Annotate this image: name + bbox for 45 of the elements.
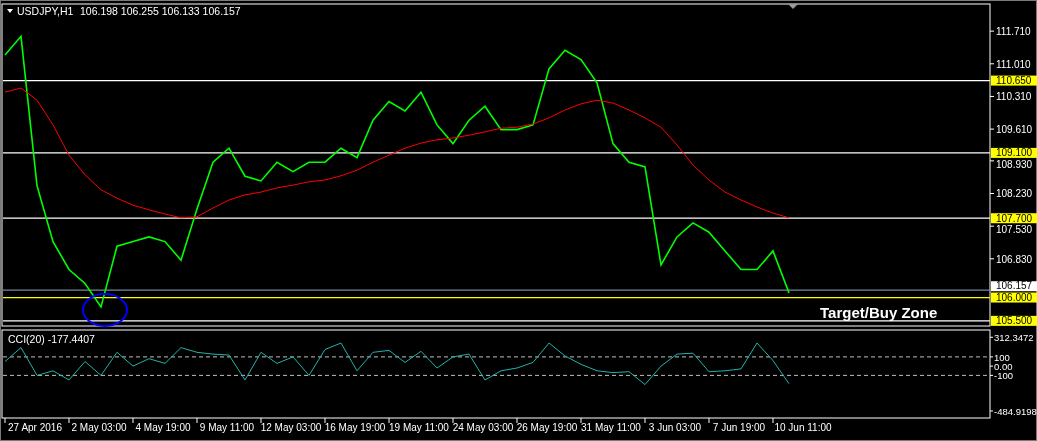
price-tick-label: 111.710 [996,26,1031,38]
indicator-tick-label: -100 [994,370,1013,382]
time-tick-label: 3 Jun 03:00 [648,422,702,433]
price-tick-label: 111.010 [996,58,1031,70]
level-price-tag: 105.500 [991,315,1037,327]
time-tick-label: 2 May 03:00 [71,422,127,433]
indicator-tick-label: 0.00 [994,361,1013,373]
dropdown-triangle-icon[interactable] [7,9,13,13]
indicator-tick-label: 100 [994,351,1010,363]
price-tick-label: 110.310 [996,91,1032,103]
circle-marker [82,293,128,327]
time-tick-label: 4 May 19:00 [135,422,191,433]
level-price-tag: 110.650 [991,75,1037,87]
symbol-label: USDJPY,H1 [17,5,74,17]
level-price-tag: 107.700 [991,212,1037,224]
time-tick-label: 12 May 03:00 [260,422,322,433]
time-tick-label: 27 Apr 2016 [8,422,62,433]
time-tick-label: 19 May 11:00 [389,422,449,433]
ref-line-label: 109.100 [996,147,1033,159]
indicator-tick-label: 312.3472 [994,332,1034,344]
ref-line-label: 106.157 [996,280,1033,292]
ref-line-label: 106.000 [996,292,1033,304]
level-price-tag: 106.000 [991,292,1037,304]
level-price-tag: 109.100 [991,147,1037,159]
ref-line-label: 105.500 [996,315,1033,327]
current-price-tag: 106.157 [991,280,1037,292]
indicator-tick-label: -484.9198 [994,406,1037,417]
price-tick-label: 108.930 [996,158,1033,170]
time-tick-label: 10 Jun 11:00 [774,422,832,433]
time-tick-label: 26 May 19:00 [516,422,578,433]
time-tick-label: 9 May 11:00 [199,422,255,433]
time-tick-label: 16 May 19:00 [324,422,386,433]
quote-values: 106.198 106.255 106.133 106.157 [80,5,241,17]
price-tick-label: 106.830 [996,253,1033,265]
time-tick-label: 7 Jun 19:00 [712,422,766,433]
price-tick-label: 107.530 [996,224,1033,236]
shift-marker-icon[interactable] [788,4,798,9]
indicator-label: CCI(20) -177.4407 [8,333,95,345]
zone-label: Target/Buy Zone [820,304,938,321]
ref-line-label: 110.650 [996,75,1032,87]
price-tick-label: 109.610 [996,124,1033,136]
price-tick-label: 108.230 [996,188,1033,200]
time-tick-label: 31 May 11:00 [581,422,641,433]
ref-line-label: 107.700 [996,212,1033,224]
time-tick-label: 24 May 03:00 [452,422,514,433]
